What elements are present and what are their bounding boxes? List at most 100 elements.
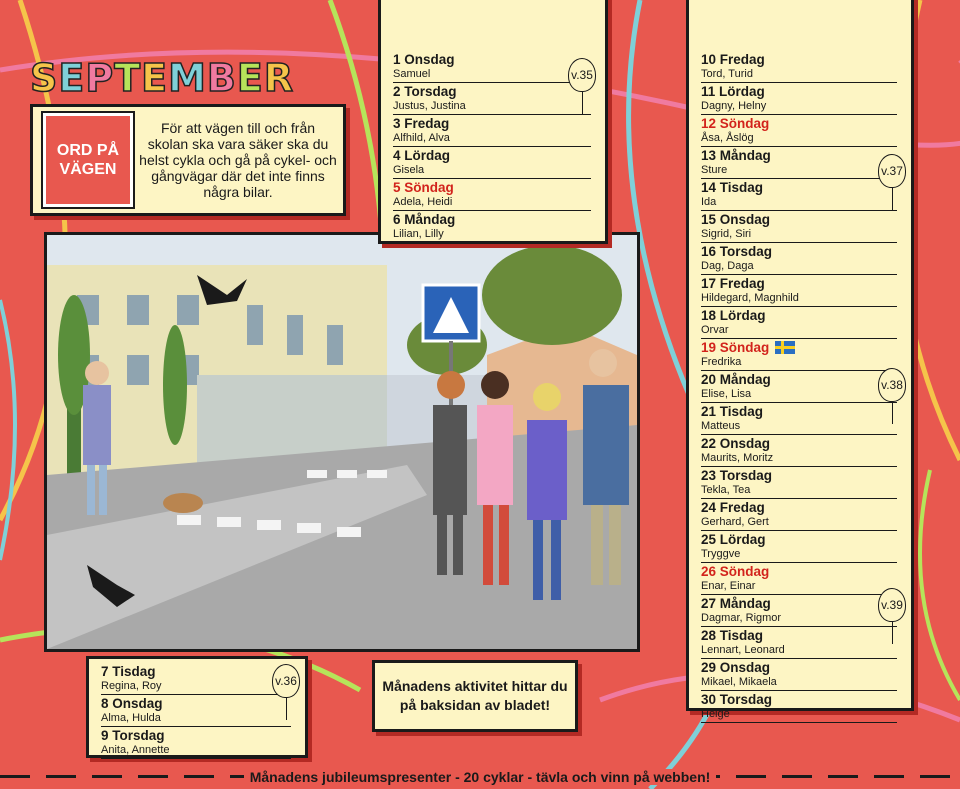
day-heading-text: 19 Söndag xyxy=(701,340,770,355)
name-day-names: Lilian, Lilly xyxy=(393,228,444,240)
footer-banner: Månadens jubileumspresenter - 20 cyklar … xyxy=(0,764,960,789)
calendar-day: 25 Lördag Tryggve xyxy=(701,531,897,563)
road-safety-text: För att vägen till och från skolan ska v… xyxy=(139,120,337,200)
name-day-names: Ida xyxy=(701,196,717,208)
month-title: SEPTEMBER xyxy=(29,55,294,101)
week-38-label: v.38 xyxy=(881,378,903,392)
name-day-names: Mikael, Mikaela xyxy=(701,676,777,688)
title-letter: E xyxy=(58,55,86,101)
day-heading-text: 3 Fredag xyxy=(393,116,450,131)
day-heading-text: 13 Måndag xyxy=(701,148,771,163)
day-heading: 17 Fredag xyxy=(701,276,897,291)
day-heading-text: 26 Söndag xyxy=(701,564,770,579)
ord-pa-vagen-badge: ORD PÅ VÄGEN xyxy=(41,111,135,209)
calendar-day: 14 Tisdag Ida xyxy=(701,179,897,211)
name-day-names: Sigrid, Siri xyxy=(701,228,752,240)
day-heading-text: 22 Onsdag xyxy=(701,436,771,451)
calendar-day: 28 Tisdag Lennart, Leonard xyxy=(701,627,897,659)
week-36-balloon: v.36 xyxy=(272,664,300,720)
day-heading: 9 Torsdag xyxy=(101,728,291,743)
day-heading: 30 Torsdag xyxy=(701,692,897,707)
day-heading-text: 30 Torsdag xyxy=(701,692,773,707)
calendar-day: 8 Onsdag Alma, Hulda xyxy=(101,695,291,727)
calendar-day: 9 Torsdag Anita, Annette xyxy=(101,727,291,759)
title-letter: S xyxy=(29,55,59,101)
name-day-names: Dagmar, Rigmor xyxy=(701,612,782,624)
calendar-day: 26 Söndag Enar, Einar xyxy=(701,563,897,595)
monthly-activity-text: Månadens aktivitet hittar du på baksidan… xyxy=(382,678,568,713)
calendar-day: 2 Torsdag Justus, Justina xyxy=(393,83,591,115)
calendar-day: 4 Lördag Gisela xyxy=(393,147,591,179)
name-day-names: Helge xyxy=(701,708,730,720)
day-heading-text: 23 Torsdag xyxy=(701,468,773,483)
street-scene-illustration xyxy=(44,232,640,652)
day-heading-text: 15 Onsdag xyxy=(701,212,771,227)
week-35-label: v.35 xyxy=(571,68,593,82)
calendar-day: 24 Fredag Gerhard, Gert xyxy=(701,499,897,531)
name-day-names: Tryggve xyxy=(701,548,741,560)
day-heading-text: 25 Lördag xyxy=(701,532,766,547)
calendar-day: 19 Söndag Fredrika xyxy=(701,339,897,371)
calendar-day: 12 Söndag Åsa, Åslög xyxy=(701,115,897,147)
calendar-day: 22 Onsdag Maurits, Moritz xyxy=(701,435,897,467)
day-heading: 13 Måndag xyxy=(701,148,897,163)
day-heading-text: 10 Fredag xyxy=(701,52,765,67)
name-day-names: Maurits, Moritz xyxy=(701,452,774,464)
name-day-names: Dagny, Helny xyxy=(701,100,767,112)
name-day-names: Justus, Justina xyxy=(393,100,466,112)
calendar-day: 29 Onsdag Mikael, Mikaela xyxy=(701,659,897,691)
name-day-names: Enar, Einar xyxy=(701,580,756,592)
calendar-day: 6 Måndag Lilian, Lilly xyxy=(393,211,591,243)
day-heading: 19 Söndag xyxy=(701,340,897,355)
day-heading-text: 7 Tisdag xyxy=(101,664,156,679)
title-letter: B xyxy=(206,55,237,101)
name-day-names: Gisela xyxy=(393,164,425,176)
week-37-balloon: v.37 xyxy=(878,154,906,210)
name-day-names: Elise, Lisa xyxy=(701,388,752,400)
day-heading: 23 Torsdag xyxy=(701,468,897,483)
swedish-flag-icon xyxy=(775,341,796,354)
day-heading-text: 2 Torsdag xyxy=(393,84,457,99)
day-heading-text: 27 Måndag xyxy=(701,596,771,611)
day-heading: 4 Lördag xyxy=(393,148,591,163)
name-day-names: Dag, Daga xyxy=(701,260,754,272)
day-heading-text: 11 Lördag xyxy=(701,84,765,99)
day-heading: 1 Onsdag xyxy=(393,52,591,67)
name-day-names: Alfhild, Alva xyxy=(393,132,450,144)
calendar-day: 20 Måndag Elise, Lisa xyxy=(701,371,897,403)
day-heading-text: 20 Måndag xyxy=(701,372,771,387)
day-heading-text: 9 Torsdag xyxy=(101,728,165,743)
calendar-day: 27 Måndag Dagmar, Rigmor xyxy=(701,595,897,627)
name-day-names: Adela, Heidi xyxy=(393,196,453,208)
day-heading-text: 18 Lördag xyxy=(701,308,766,323)
day-heading-text: 17 Fredag xyxy=(701,276,765,291)
name-day-names: Sture xyxy=(701,164,728,176)
day-heading-text: 12 Söndag xyxy=(701,116,770,131)
day-heading-text: 14 Tisdag xyxy=(701,180,764,195)
calendar-day: 30 Torsdag Helge xyxy=(701,691,897,723)
week-39-balloon: v.39 xyxy=(878,588,906,644)
calendar-day: 16 Torsdag Dag, Daga xyxy=(701,243,897,275)
day-heading: 2 Torsdag xyxy=(393,84,591,99)
day-heading-text: 4 Lördag xyxy=(393,148,451,163)
week-38-balloon: v.38 xyxy=(878,368,906,424)
day-heading-text: 28 Tisdag xyxy=(701,628,764,643)
day-heading: 16 Torsdag xyxy=(701,244,897,259)
name-day-names: Tord, Turid xyxy=(701,68,753,80)
day-heading: 18 Lördag xyxy=(701,308,897,323)
calendar-day: 11 Lördag Dagny, Helny xyxy=(701,83,897,115)
day-heading: 12 Söndag xyxy=(701,116,897,131)
calendar-day: 18 Lördag Orvar xyxy=(701,307,897,339)
week-39-label: v.39 xyxy=(881,598,903,612)
title-letter: E xyxy=(236,55,264,101)
day-heading-text: 24 Fredag xyxy=(701,500,765,515)
calendar-day: 1 Onsdag Samuel xyxy=(393,51,591,83)
day-heading: 20 Måndag xyxy=(701,372,897,387)
day-heading: 8 Onsdag xyxy=(101,696,291,711)
calendar-day: 5 Söndag Adela, Heidi xyxy=(393,179,591,211)
week-37-label: v.37 xyxy=(881,164,903,178)
calendar-day: 3 Fredag Alfhild, Alva xyxy=(393,115,591,147)
day-heading: 5 Söndag xyxy=(393,180,591,195)
name-day-names: Tekla, Tea xyxy=(701,484,751,496)
day-heading-text: 5 Söndag xyxy=(393,180,454,195)
